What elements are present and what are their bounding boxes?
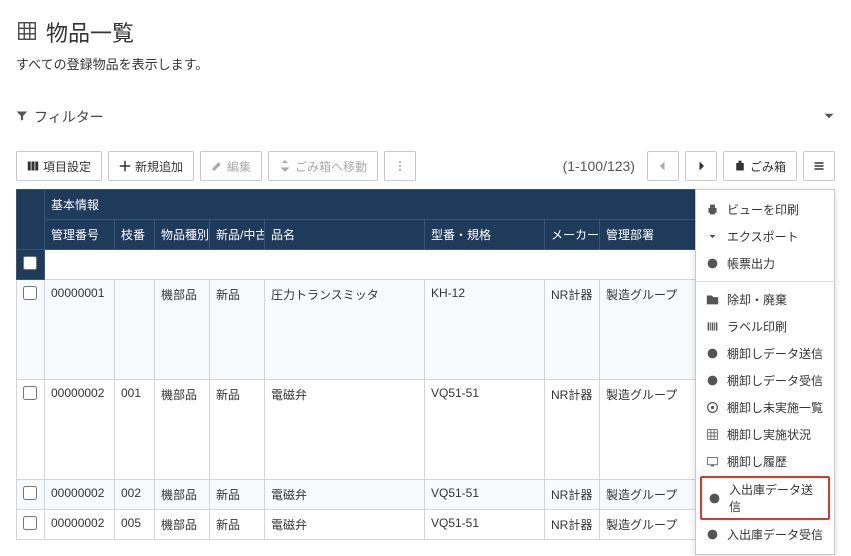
col-type[interactable]: 物品種別 (155, 220, 210, 250)
select-all-cell (17, 250, 45, 280)
cell-id: 00000002 (45, 480, 115, 510)
menu-inv-pending[interactable]: 棚卸し未実施一覧 (696, 394, 834, 421)
cell-model: VQ51-51 (425, 380, 545, 480)
cell-id: 00000002 (45, 510, 115, 540)
menu-button[interactable] (803, 151, 835, 181)
header-checkbox-cell (17, 190, 45, 250)
filter-label: フィルター (34, 107, 104, 127)
menu-dispose[interactable]: 除却・廃棄 (696, 286, 834, 313)
prev-page-button[interactable] (647, 151, 679, 181)
cell-maker: NR計器 (545, 510, 600, 540)
menu-inv-status[interactable]: 棚卸し実施状況 (696, 421, 834, 448)
cell-name: 電磁弁 (265, 380, 425, 480)
cell-branch: 002 (115, 480, 155, 510)
pager-text: (1-100/123) (557, 158, 641, 174)
menu-label[interactable]: ラベル印刷 (696, 313, 834, 340)
cell-model: VQ51-51 (425, 480, 545, 510)
cell-type: 機部品 (155, 510, 210, 540)
add-button[interactable]: 新規追加 (108, 151, 194, 181)
col-branch[interactable]: 枝番 (115, 220, 155, 250)
col-name[interactable]: 品名 (265, 220, 425, 250)
col-model[interactable]: 型番・規格 (425, 220, 545, 250)
move-to-trash-button[interactable]: ごみ箱へ移動 (268, 151, 378, 181)
row-checkbox[interactable] (23, 386, 37, 400)
cell-type: 機部品 (155, 280, 210, 380)
cell-name: 電磁弁 (265, 480, 425, 510)
cell-cond: 新品 (210, 480, 265, 510)
cell-id: 00000001 (45, 280, 115, 380)
cell-cond: 新品 (210, 380, 265, 480)
edit-button[interactable]: 編集 (200, 151, 262, 181)
col-maker[interactable]: メーカー (545, 220, 600, 250)
cell-branch: 005 (115, 510, 155, 540)
cell-cond: 新品 (210, 510, 265, 540)
col-cond[interactable]: 新品/中古 (210, 220, 265, 250)
menu-inv-recv[interactable]: 棚卸しデータ受信 (696, 367, 834, 394)
page-title: 物品一覧 (46, 16, 134, 48)
cell-cond: 新品 (210, 280, 265, 380)
filter-toggle[interactable]: フィルター (16, 101, 835, 133)
cell-branch: 001 (115, 380, 155, 480)
cell-id: 00000002 (45, 380, 115, 480)
trash-button[interactable]: ごみ箱 (723, 151, 797, 181)
cell-type: 機部品 (155, 380, 210, 480)
cell-maker: NR計器 (545, 280, 600, 380)
menu-print[interactable]: ビューを印刷 (696, 196, 834, 223)
menu-inv-send[interactable]: 棚卸しデータ送信 (696, 340, 834, 367)
menu-io-recv[interactable]: 入出庫データ受信 (696, 521, 834, 548)
cell-type: 機部品 (155, 480, 210, 510)
menu-report[interactable]: 帳票出力 (696, 250, 834, 277)
context-menu: ビューを印刷 エクスポート 帳票出力 除却・廃棄 ラベル印刷 棚卸しデータ送信 … (695, 189, 835, 555)
row-checkbox[interactable] (23, 516, 37, 530)
cell-maker: NR計器 (545, 380, 600, 480)
menu-io-send[interactable]: 入出庫データ送信 (700, 476, 830, 520)
more-button[interactable] (384, 151, 416, 181)
menu-inv-hist[interactable]: 棚卸し履歴 (696, 448, 834, 475)
col-id[interactable]: 管理番号 (45, 220, 115, 250)
cell-model: VQ51-51 (425, 510, 545, 540)
cell-branch (115, 280, 155, 380)
menu-export[interactable]: エクスポート (696, 223, 834, 250)
row-checkbox[interactable] (23, 286, 37, 300)
table-grid-icon (16, 20, 38, 45)
cell-name: 電磁弁 (265, 510, 425, 540)
cell-maker: NR計器 (545, 480, 600, 510)
row-checkbox[interactable] (23, 486, 37, 500)
cell-model: KH-12 (425, 280, 545, 380)
chevron-down-icon (823, 110, 835, 125)
page-subtitle: すべての登録物品を表示します。 (16, 54, 835, 73)
next-page-button[interactable] (685, 151, 717, 181)
select-all-checkbox[interactable] (23, 256, 37, 270)
cell-name: 圧力トランスミッタ (265, 280, 425, 380)
filter-icon (16, 109, 28, 125)
columns-button[interactable]: 項目設定 (16, 151, 102, 181)
